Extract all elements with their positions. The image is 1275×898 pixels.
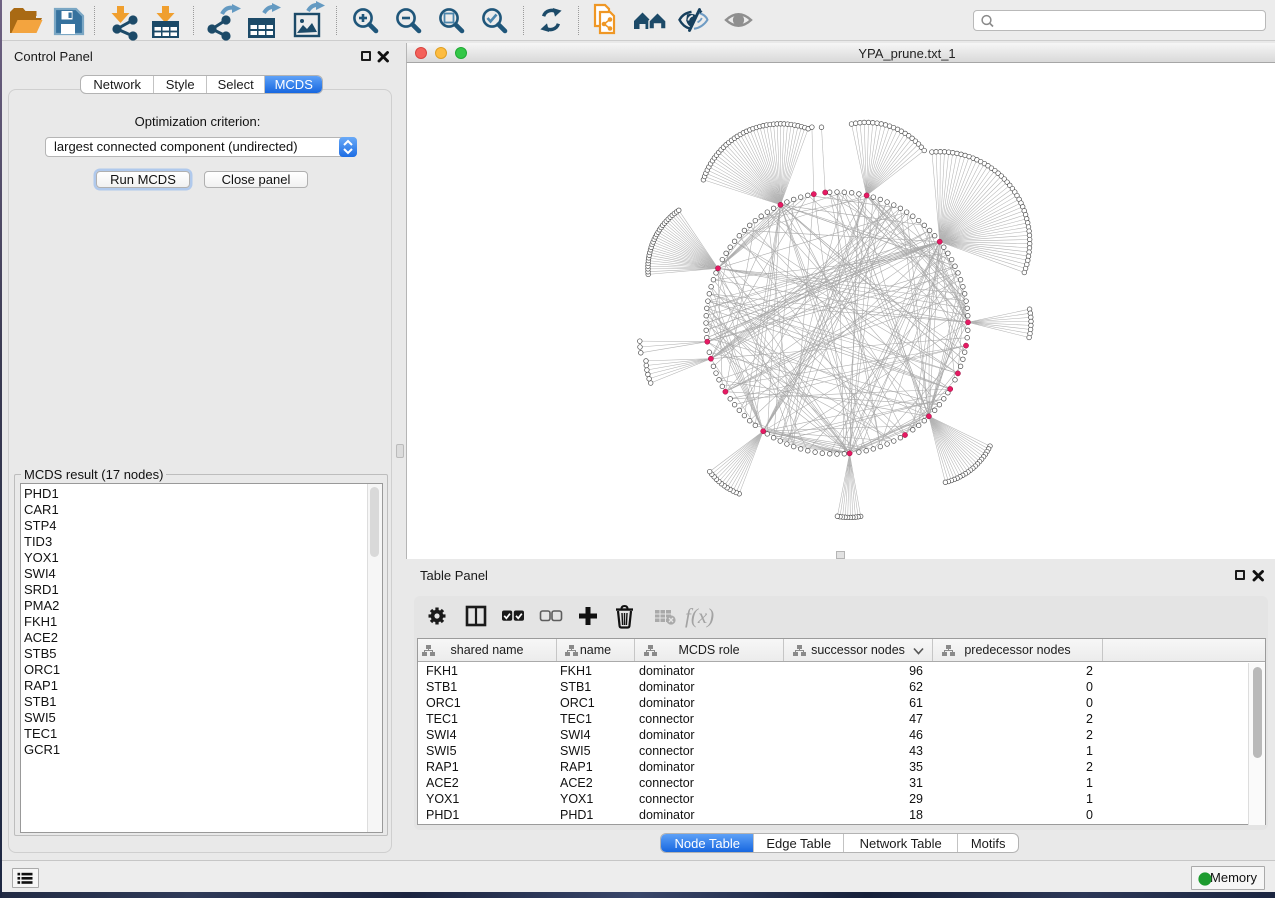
svg-text:f(x): f(x) <box>685 604 714 628</box>
